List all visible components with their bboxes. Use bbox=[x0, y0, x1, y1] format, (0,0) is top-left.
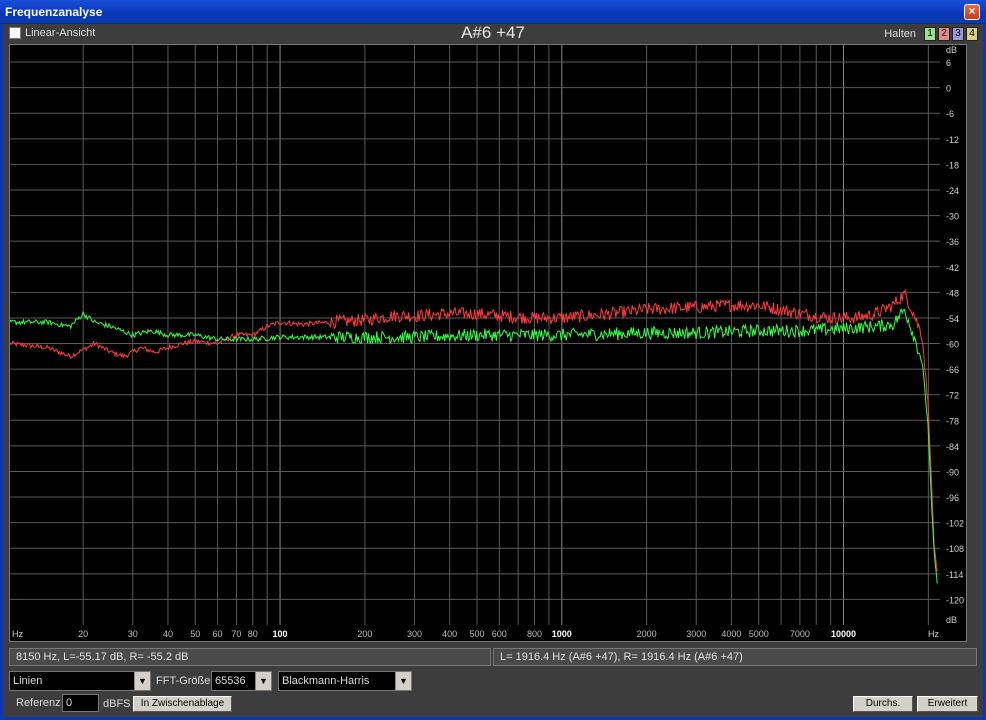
x-tick-label: 400 bbox=[442, 629, 457, 639]
x-axis-unit-right: Hz bbox=[928, 629, 939, 639]
y-axis-unit-top: dB bbox=[946, 45, 957, 55]
y-tick-label: -66 bbox=[946, 365, 959, 375]
y-tick-label: -78 bbox=[946, 416, 959, 426]
copy-to-clipboard-button[interactable]: In Zwischenablage bbox=[133, 696, 232, 712]
y-axis-unit-bottom: dB bbox=[946, 615, 957, 625]
y-tick-label: 0 bbox=[946, 84, 951, 94]
x-tick-label: 5000 bbox=[749, 629, 769, 639]
hold-controls: Halten 1 2 3 4 bbox=[884, 27, 978, 41]
display-mode-value: Linien bbox=[13, 675, 43, 687]
x-tick-label: 70 bbox=[231, 629, 241, 639]
x-tick-label: 300 bbox=[407, 629, 422, 639]
chevron-down-icon: ▼ bbox=[395, 672, 411, 690]
dbfs-label: dBFS bbox=[103, 698, 131, 710]
y-tick-label: -102 bbox=[946, 519, 964, 529]
x-tick-label: 500 bbox=[469, 629, 484, 639]
y-tick-label: -48 bbox=[946, 288, 959, 298]
x-tick-label: 80 bbox=[248, 629, 258, 639]
hold-button-2[interactable]: 2 bbox=[938, 27, 950, 41]
x-tick-label: 60 bbox=[213, 629, 223, 639]
window-function-value: Blackmann-Harris bbox=[282, 675, 370, 687]
hold-button-1[interactable]: 1 bbox=[924, 27, 936, 41]
y-tick-label: -54 bbox=[946, 314, 959, 324]
y-tick-label: -12 bbox=[946, 135, 959, 145]
x-tick-label: 1000 bbox=[552, 629, 572, 639]
y-tick-label: -18 bbox=[946, 160, 959, 170]
x-tick-label: 2000 bbox=[637, 629, 657, 639]
x-tick-label: 100 bbox=[273, 629, 288, 639]
title-bar: Frequenzanalyse × bbox=[0, 0, 986, 24]
cursor-readout: 8150 Hz, L=-55.17 dB, R= -55.2 dB bbox=[9, 648, 491, 666]
fft-size-label: FFT-Größe bbox=[156, 675, 211, 687]
window-title: Frequenzanalyse bbox=[5, 5, 103, 19]
y-tick-label: -84 bbox=[946, 442, 959, 452]
y-tick-label: -36 bbox=[946, 237, 959, 247]
x-tick-label: 800 bbox=[527, 629, 542, 639]
fft-size-select[interactable]: 65536 ▼ bbox=[211, 671, 272, 691]
x-tick-label: 3000 bbox=[686, 629, 706, 639]
display-mode-select[interactable]: Linien ▼ bbox=[9, 671, 151, 691]
y-tick-label: -30 bbox=[946, 212, 959, 222]
y-tick-label: -120 bbox=[946, 595, 964, 605]
x-tick-label: 600 bbox=[492, 629, 507, 639]
x-tick-label: 200 bbox=[357, 629, 372, 639]
y-tick-label: -96 bbox=[946, 493, 959, 503]
y-tick-label: -72 bbox=[946, 391, 959, 401]
close-button[interactable]: × bbox=[964, 4, 980, 20]
y-tick-label: -108 bbox=[946, 544, 964, 554]
spectrum-plot: 60-6-12-18-24-30-36-42-48-54-60-66-72-78… bbox=[9, 45, 964, 639]
x-tick-label: 20 bbox=[78, 629, 88, 639]
y-tick-label: -90 bbox=[946, 467, 959, 477]
hold-label: Halten bbox=[884, 28, 916, 40]
window-function-select[interactable]: Blackmann-Harris ▼ bbox=[278, 671, 412, 691]
hold-button-4[interactable]: 4 bbox=[966, 27, 978, 41]
y-tick-label: 6 bbox=[946, 58, 951, 68]
fft-size-value: 65536 bbox=[215, 675, 246, 687]
x-tick-label: 7000 bbox=[790, 629, 810, 639]
y-tick-label: -24 bbox=[946, 186, 959, 196]
y-tick-label: -114 bbox=[946, 570, 963, 580]
detected-note: A#6 +47 bbox=[461, 23, 525, 42]
spectrum-chart[interactable]: 6 0 -6 -12 -18 -24 -30 -36 -42 -48 -54 -60 -66 -72 -78… bbox=[9, 44, 967, 642]
reference-input[interactable]: 0 bbox=[62, 694, 99, 712]
x-axis-unit-left: Hz bbox=[12, 629, 23, 639]
y-tick-label: -6 bbox=[946, 109, 954, 119]
hold-button-3[interactable]: 3 bbox=[952, 27, 964, 41]
x-tick-label: 10000 bbox=[831, 629, 856, 639]
chevron-down-icon: ▼ bbox=[255, 672, 271, 690]
x-tick-label: 50 bbox=[190, 629, 200, 639]
x-tick-label: 30 bbox=[128, 629, 138, 639]
reference-label: Referenz bbox=[16, 697, 61, 709]
y-tick-label: -42 bbox=[946, 263, 959, 273]
average-button[interactable]: Durchs. bbox=[853, 696, 913, 712]
chevron-down-icon: ▼ bbox=[134, 672, 150, 690]
close-icon: × bbox=[968, 4, 976, 18]
x-tick-label: 4000 bbox=[721, 629, 741, 639]
advanced-button[interactable]: Erweitert bbox=[917, 696, 978, 712]
peak-readout: L= 1916.4 Hz (A#6 +47), R= 1916.4 Hz (A#… bbox=[493, 648, 977, 666]
spectrum-series-2 bbox=[9, 307, 938, 584]
y-tick-label: -60 bbox=[946, 340, 959, 350]
x-tick-label: 40 bbox=[163, 629, 173, 639]
